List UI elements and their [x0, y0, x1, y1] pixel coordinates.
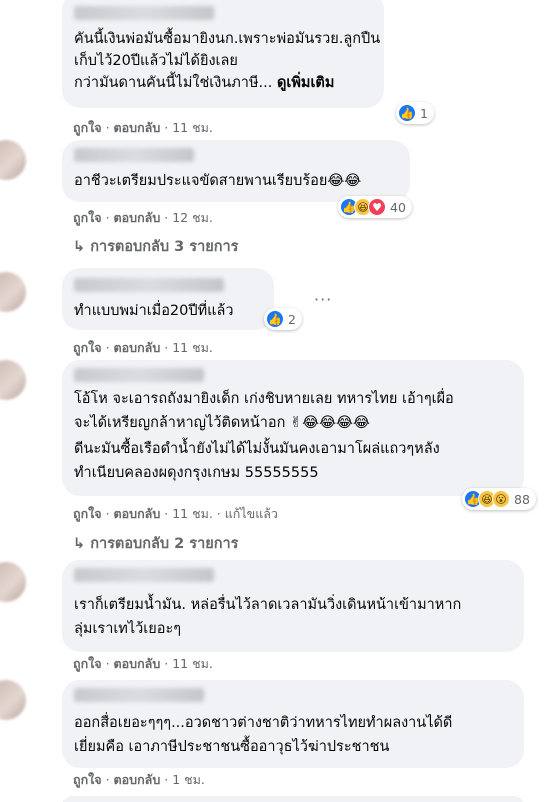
avatar[interactable]	[0, 680, 26, 720]
like-link[interactable]: ถูกใจ	[73, 506, 102, 521]
comment-text-line: อาชีวะเตรียมประแจขัดสายพานเรียบร้อย😂😂	[74, 173, 362, 189]
reply-link[interactable]: ตอบกลับ	[114, 120, 161, 135]
reply-link[interactable]: ตอบกลับ	[114, 506, 161, 521]
like-link[interactable]: ถูกใจ	[73, 772, 102, 787]
comment-actions: ถูกใจ · ตอบกลับ · 11 ชม.	[73, 340, 213, 355]
like-reaction-icon: 👍	[398, 104, 416, 122]
commenter-name[interactable]	[74, 368, 204, 382]
comment-actions: ถูกใจ · ตอบกลับ · 12 ชม.	[73, 210, 213, 225]
comment-text-line: ลุ่มเราเทไว้เยอะๆ	[74, 621, 182, 637]
comment-actions: ถูกใจ · ตอบกลับ · 1 ชม.	[73, 772, 205, 787]
avatar[interactable]	[0, 562, 26, 602]
comment-bubble-partial	[62, 796, 524, 802]
reaction-count: 88	[514, 491, 530, 507]
comment-text-line: เก็บไว้20ปีแล้วไม่ได้ยิงเลย	[74, 53, 238, 69]
avatar[interactable]	[0, 360, 26, 400]
like-link[interactable]: ถูกใจ	[73, 120, 102, 135]
reply-arrow-icon: ↳	[73, 239, 91, 255]
reaction-count: 40	[390, 199, 406, 215]
reply-link[interactable]: ตอบกลับ	[114, 340, 161, 355]
comment-actions: ถูกใจ · ตอบกลับ · 11 ชม.	[73, 120, 213, 135]
like-reaction-icon: 👍	[266, 310, 284, 328]
comment-text-line: เราก็เตรียมน้ำมัน. หล่อรื่นไว้ลาดเวลามัน…	[74, 597, 462, 613]
comment-text-line: โอ้โห จะเอารถถังมายิงเด็ก เก่งชิบหายเลย …	[74, 391, 454, 407]
commenter-name[interactable]	[74, 6, 214, 20]
comment-bubble: ทำแบบพม่าเมื่อ20ปีที่แล้ว	[62, 268, 274, 330]
like-link[interactable]: ถูกใจ	[73, 340, 102, 355]
comment-text-line: ดีนะมันซื้อเรือดำน้ำยังไม่ได้ไม่งั้นมันค…	[74, 441, 440, 457]
reaction-count: 2	[288, 311, 296, 327]
comment-text-line: เยี่ยมคือ เอาภาษีประชาชนซื้ออาวุธไว้ฆ่าป…	[74, 739, 390, 755]
comment-timestamp[interactable]: 11 ชม.	[172, 656, 213, 671]
comment-text-line: คันนี้เงินพ่อมันซื้อมายิงนก.เพราะพ่อมันร…	[74, 31, 381, 47]
reply-link[interactable]: ตอบกลับ	[114, 656, 161, 671]
more-options-icon[interactable]: ···	[314, 290, 332, 309]
comment-bubble: โอ้โห จะเอารถถังมายิงเด็ก เก่งชิบหายเลย …	[62, 360, 524, 496]
comment-timestamp[interactable]: 12 ชม.	[172, 210, 213, 225]
reaction-summary[interactable]: 👍 😆 ♥ 40	[338, 196, 412, 218]
view-replies-link[interactable]: ↳ การตอบกลับ 2 รายการ	[73, 532, 238, 555]
comment-text-line: ทำแบบพม่าเมื่อ20ปีที่แล้ว	[74, 303, 234, 319]
like-link[interactable]: ถูกใจ	[73, 656, 102, 671]
commenter-name[interactable]	[74, 568, 214, 582]
like-link[interactable]: ถูกใจ	[73, 210, 102, 225]
wow-reaction-icon: 😮	[492, 490, 510, 508]
comment-timestamp[interactable]: 11 ชม.	[172, 120, 213, 135]
comment-bubble: เราก็เตรียมน้ำมัน. หล่อรื่นไว้ลาดเวลามัน…	[62, 560, 524, 652]
view-replies-link[interactable]: ↳ การตอบกลับ 3 รายการ	[73, 235, 238, 258]
comment-actions: ถูกใจ · ตอบกลับ · 11 ชม.	[73, 656, 213, 671]
reaction-summary[interactable]: 👍 1	[396, 102, 434, 124]
commenter-name[interactable]	[74, 278, 224, 292]
love-reaction-icon: ♥	[368, 198, 386, 216]
see-more-link[interactable]: ดูเพิ่มเติม	[277, 75, 334, 91]
comment-text-line: จะได้เหรียญกล้าหาญไว้ติดหน้าอก ✌😂😂😂😂	[74, 415, 370, 431]
reaction-count: 1	[420, 105, 428, 121]
comment-text-line: กว่ามันดานคันนี้ไม่ใช่เงินภาษี... ดูเพิ่…	[74, 75, 335, 91]
comment-timestamp[interactable]: 11 ชม.	[172, 506, 213, 521]
commenter-name[interactable]	[74, 148, 194, 162]
comment-text-line: ออกสื่อเยอะๆๆๆ...อวดชาวต่างชาติว่าทหารไท…	[74, 715, 453, 731]
comment-bubble: คันนี้เงินพ่อมันซื้อมายิงนก.เพราะพ่อมันร…	[62, 0, 384, 108]
comment-timestamp[interactable]: 11 ชม.	[172, 340, 213, 355]
avatar[interactable]	[0, 140, 26, 180]
comment-text-line: ทำเนียบคลองผดุงกรุงเกษม 55555555	[74, 465, 319, 481]
comment-bubble: ออกสื่อเยอะๆๆๆ...อวดชาวต่างชาติว่าทหารไท…	[62, 680, 524, 768]
reply-link[interactable]: ตอบกลับ	[114, 210, 161, 225]
comment-bubble: อาชีวะเตรียมประแจขัดสายพานเรียบร้อย😂😂	[62, 140, 410, 202]
reaction-summary[interactable]: 👍 😆 😮 88	[462, 488, 536, 510]
comment-actions: ถูกใจ · ตอบกลับ · 11 ชม. · แก้ไขแล้ว	[73, 506, 278, 521]
reply-link[interactable]: ตอบกลับ	[114, 772, 161, 787]
commenter-name[interactable]	[74, 688, 204, 702]
comment-timestamp[interactable]: 1 ชม.	[172, 772, 205, 787]
edited-label[interactable]: แก้ไขแล้ว	[225, 506, 278, 521]
reaction-summary[interactable]: 👍 2	[264, 308, 302, 330]
avatar[interactable]	[0, 272, 26, 312]
reply-arrow-icon: ↳	[73, 536, 91, 552]
